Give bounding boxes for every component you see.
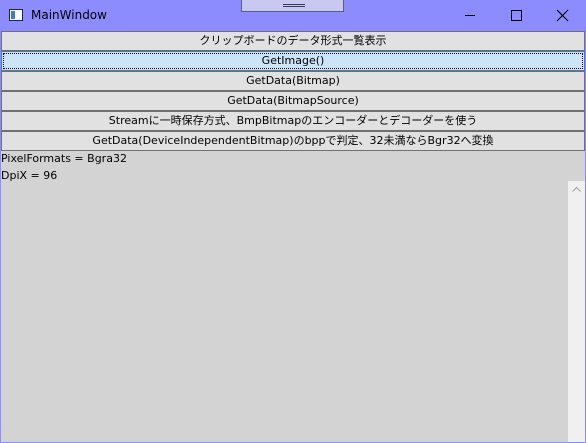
scroll-up-arrow-icon[interactable]	[568, 181, 585, 198]
drag-handle[interactable]	[241, 0, 344, 12]
get-data-dib-bpp-button[interactable]: GetData(DeviceIndependentBitmap)のbppで判定、…	[1, 131, 585, 151]
maximize-icon	[511, 10, 522, 21]
maximize-button[interactable]	[493, 0, 539, 31]
get-data-bitmap-button[interactable]: GetData(Bitmap)	[1, 71, 585, 91]
get-data-bitmapsource-button[interactable]: GetData(BitmapSource)	[1, 91, 585, 111]
close-button[interactable]	[540, 0, 586, 31]
minimize-button[interactable]	[447, 0, 493, 31]
window-app-icon[interactable]	[9, 9, 23, 21]
title-bar[interactable]: MainWindow	[0, 0, 586, 31]
stream-bmp-encoder-decoder-button[interactable]: Streamに一時保存方式、BmpBitmapのエンコーダーとデコーダーを使う	[1, 111, 585, 131]
main-window: MainWindow クリップボードのデータ形式一覧表示 GetImage() …	[0, 0, 586, 443]
dpix-output: DpiX = 96	[1, 169, 58, 182]
close-icon	[556, 9, 569, 22]
get-image-button[interactable]: GetImage()	[1, 51, 585, 71]
list-clipboard-formats-button[interactable]: クリップボードのデータ形式一覧表示	[1, 31, 585, 51]
window-title: MainWindow	[31, 8, 107, 22]
pixel-format-output: PixelFormats = Bgra32	[1, 152, 127, 165]
client-area: クリップボードのデータ形式一覧表示 GetImage() GetData(Bit…	[1, 31, 585, 442]
minimize-icon	[465, 15, 475, 16]
vertical-scrollbar[interactable]	[568, 181, 585, 442]
